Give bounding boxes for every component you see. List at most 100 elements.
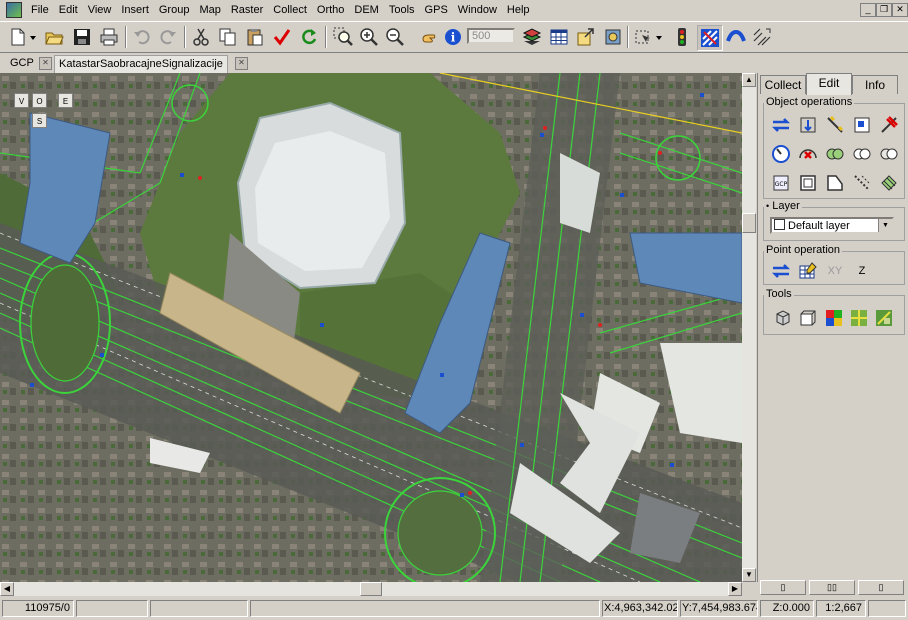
map-nav-s-button[interactable]: S — [32, 113, 47, 128]
menu-collect[interactable]: Collect — [268, 0, 312, 20]
union-icon[interactable] — [824, 143, 846, 165]
gcp-square-icon[interactable]: GCP — [770, 172, 792, 194]
tool-ortho-icon[interactable] — [873, 307, 895, 329]
tab-gcp[interactable]: GCP — [6, 55, 38, 72]
map-canvas[interactable]: V O E S — [0, 73, 742, 582]
move-vertex-icon[interactable] — [797, 114, 819, 136]
menu-help[interactable]: Help — [502, 0, 535, 20]
tab-collect[interactable]: Collect — [760, 75, 806, 94]
close-window-button[interactable]: ✕ — [892, 3, 908, 17]
menu-edit[interactable]: Edit — [54, 0, 83, 20]
restore-button[interactable]: ❐ — [876, 3, 892, 17]
save-icon[interactable] — [70, 25, 94, 49]
curve-icon[interactable] — [724, 25, 748, 49]
aerial-map-image — [0, 73, 742, 582]
cut-icon[interactable] — [189, 25, 213, 49]
road-sign-icon[interactable] — [697, 25, 723, 51]
layers-icon[interactable] — [520, 25, 544, 49]
zoom-out-icon[interactable] — [383, 25, 407, 49]
menu-map[interactable]: Map — [194, 0, 225, 20]
point-z-button[interactable]: Z — [851, 260, 873, 282]
layout-right-icon[interactable]: ▯ — [858, 580, 904, 595]
settings-icon[interactable] — [601, 25, 625, 49]
copy-icon[interactable] — [216, 25, 240, 49]
menu-dem[interactable]: DEM — [349, 0, 383, 20]
difference-icon[interactable] — [878, 143, 900, 165]
layer-dropdown-arrow-icon[interactable]: ▼ — [878, 219, 892, 232]
intersect-icon[interactable] — [851, 143, 873, 165]
square-shape-icon[interactable] — [797, 172, 819, 194]
menu-file[interactable]: File — [26, 0, 54, 20]
rotate-icon[interactable] — [770, 143, 792, 165]
scale-input[interactable]: 500 — [467, 28, 515, 44]
menu-view[interactable]: View — [83, 0, 117, 20]
tool-terrain-icon[interactable] — [848, 307, 870, 329]
zoom-in-icon[interactable] — [357, 25, 381, 49]
open-folder-icon[interactable] — [42, 25, 66, 49]
delete-arc-icon[interactable] — [797, 143, 819, 165]
menu-raster[interactable]: Raster — [226, 0, 268, 20]
undo-icon[interactable] — [130, 25, 154, 49]
point-xy-button[interactable]: XY — [824, 260, 846, 282]
scroll-up-icon[interactable]: ▲ — [742, 73, 756, 87]
grid-arrows-icon[interactable] — [750, 25, 774, 49]
svg-text:i: i — [451, 31, 456, 45]
map-vertical-scrollbar[interactable]: ▲ ▼ — [742, 73, 756, 582]
map-horizontal-scrollbar[interactable]: ◀ ▶ — [0, 582, 742, 596]
export-icon[interactable] — [574, 25, 598, 49]
dotted-line-icon[interactable] — [851, 172, 873, 194]
tab-katastar-close-icon[interactable]: ✕ — [235, 57, 248, 70]
tab-edit[interactable]: Edit — [806, 73, 852, 95]
polygon-shape-icon[interactable] — [824, 172, 846, 194]
info-icon[interactable]: i — [441, 25, 465, 49]
scroll-right-icon[interactable]: ▶ — [728, 582, 742, 596]
map-nav-v-button[interactable]: V — [14, 93, 29, 108]
scroll-left-icon[interactable]: ◀ — [0, 582, 14, 596]
status-empty-3 — [250, 600, 600, 617]
select-dropdown-icon[interactable] — [653, 25, 665, 49]
check-icon[interactable] — [270, 25, 294, 49]
dropdown-arrow-icon[interactable] — [27, 25, 39, 49]
layer-select[interactable]: Default layer ▼ — [770, 217, 894, 234]
main-toolbar: i 500 — [0, 21, 908, 53]
redo-icon[interactable] — [156, 25, 180, 49]
menu-window[interactable]: Window — [453, 0, 502, 20]
app-icon[interactable] — [6, 2, 22, 18]
tool-cube-icon[interactable] — [772, 307, 794, 329]
zoom-window-icon[interactable] — [331, 25, 355, 49]
paste-icon[interactable] — [243, 25, 267, 49]
layout-split-icon[interactable]: ▯▯ — [809, 580, 855, 595]
tab-katastar[interactable]: KatastarSaobracajneSignalizacije — [54, 55, 228, 73]
scroll-down-icon[interactable]: ▼ — [742, 568, 756, 582]
point-table-icon[interactable] — [797, 260, 819, 282]
refresh-icon[interactable] — [297, 25, 321, 49]
menu-tools[interactable]: Tools — [384, 0, 420, 20]
map-nav-e-button[interactable]: E — [58, 93, 73, 108]
document-tab-bar: GCP ✕ KatastarSaobracajneSignalizacije ✕ — [0, 53, 756, 73]
pan-hand-icon[interactable] — [417, 25, 441, 49]
print-icon[interactable] — [97, 25, 121, 49]
delete-vertex-icon[interactable] — [878, 114, 900, 136]
swap-arrows-icon[interactable] — [770, 114, 792, 136]
tool-color-grid-icon[interactable] — [823, 307, 845, 329]
menu-group[interactable]: Group — [154, 0, 195, 20]
horizontal-scroll-thumb[interactable] — [360, 582, 382, 596]
panel-layout-buttons: ▯ ▯▯ ▯ — [757, 579, 908, 596]
menu-insert[interactable]: Insert — [116, 0, 154, 20]
traffic-light-icon[interactable] — [670, 25, 694, 49]
table-icon[interactable] — [547, 25, 571, 49]
tool-box-icon[interactable] — [797, 307, 819, 329]
tab-info[interactable]: Info — [852, 75, 898, 94]
minimize-button[interactable]: _ — [860, 3, 876, 17]
vertical-scroll-thumb[interactable] — [742, 213, 756, 233]
split-object-icon[interactable] — [851, 114, 873, 136]
point-swap-icon[interactable] — [770, 260, 792, 282]
menu-ortho[interactable]: Ortho — [312, 0, 350, 20]
layer-checkbox[interactable] — [774, 219, 785, 230]
hatch-icon[interactable] — [878, 172, 900, 194]
menu-gps[interactable]: GPS — [420, 0, 453, 20]
map-nav-o-button[interactable]: O — [32, 93, 47, 108]
layout-left-icon[interactable]: ▯ — [760, 580, 806, 595]
edit-line-icon[interactable] — [824, 114, 846, 136]
tab-gcp-close-icon[interactable]: ✕ — [39, 57, 52, 70]
